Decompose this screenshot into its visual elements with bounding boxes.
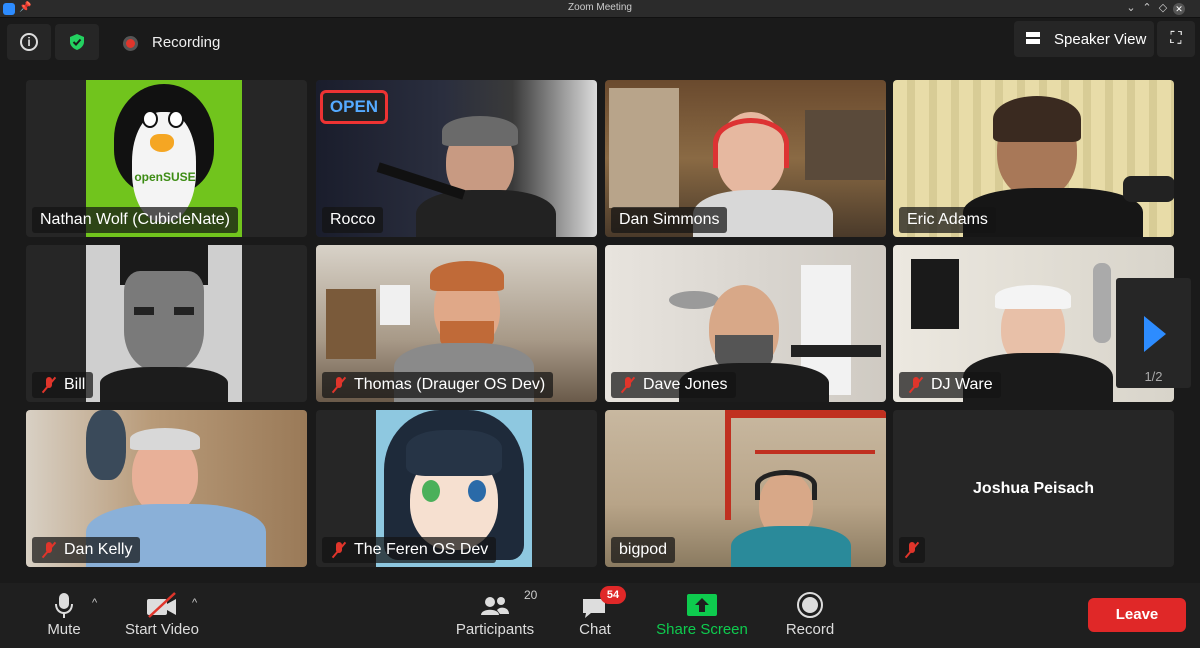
keep-above-icon[interactable]: ⌃ — [1140, 1, 1154, 14]
next-arrow-icon — [1144, 316, 1166, 352]
muted-mic-icon — [619, 376, 637, 394]
participant-name: Joshua Peisach — [973, 480, 1094, 497]
participant-tile[interactable]: Thomas (Drauger OS Dev) — [316, 245, 597, 402]
participant-name-tag: Eric Adams — [899, 207, 996, 233]
participant-tile[interactable]: Dan Simmons — [605, 80, 886, 237]
participant-name: bigpod — [619, 541, 668, 558]
record-button[interactable]: Record — [782, 591, 838, 638]
participant-name: Eric Adams — [907, 211, 988, 228]
participant-name: Dan Kelly — [64, 541, 133, 558]
participant-name: Bill — [64, 376, 86, 393]
share-screen-button[interactable]: Share Screen — [652, 591, 752, 638]
window-titlebar: 📌 Zoom Meeting ⌄ ⌃ ◇ ✕ — [0, 0, 1200, 18]
maximize-icon[interactable]: ◇ — [1156, 1, 1170, 14]
participant-tile[interactable]: Bill — [26, 245, 307, 402]
participant-tile[interactable]: The Feren OS Dev — [316, 410, 597, 567]
participant-tile[interactable]: bigpod — [605, 410, 886, 567]
participant-name-tag: Nathan Wolf (CubicleNate) — [32, 207, 239, 233]
muted-mic-icon — [907, 376, 925, 394]
participant-name: Rocco — [330, 211, 376, 228]
opensuse-logo-text: openSUSE — [134, 170, 196, 184]
participant-tile[interactable]: Eric Adams — [893, 80, 1174, 237]
participant-name-tag: Dave Jones — [611, 372, 736, 398]
record-label: Record — [785, 621, 835, 638]
participant-name-tag: DJ Ware — [899, 372, 1001, 398]
participant-tile[interactable]: Joshua Peisach — [893, 410, 1174, 567]
microphone-icon — [55, 593, 73, 618]
participant-name-tag: bigpod — [611, 537, 676, 563]
participant-name: DJ Ware — [931, 376, 993, 393]
fullscreen-button[interactable]: ⛶ — [1157, 21, 1195, 57]
participant-tile[interactable]: Dave Jones — [605, 245, 886, 402]
participant-name: Dave Jones — [643, 376, 728, 393]
share-screen-label: Share Screen — [656, 621, 748, 638]
participant-name-tag: The Feren OS Dev — [322, 537, 497, 563]
participant-name: Dan Simmons — [619, 211, 720, 228]
meeting-topbar: i Recording Speaker View ⛶ — [0, 18, 1200, 68]
layout-icon — [1026, 32, 1040, 44]
participant-name-tag: Rocco — [322, 207, 384, 233]
next-page-button[interactable]: 1/2 — [1116, 278, 1191, 388]
fullscreen-icon: ⛶ — [1170, 30, 1182, 47]
participant-name: The Feren OS Dev — [354, 541, 489, 558]
mute-label: Mute — [47, 621, 81, 638]
participant-tile[interactable]: Dan Kelly — [26, 410, 307, 567]
meeting-toolbar: Mute ^ Start Video ^ Participants 20 Cha… — [0, 583, 1200, 648]
page-indicator: 1/2 — [1144, 369, 1163, 384]
recording-indicator-icon — [123, 36, 138, 51]
video-options-chevron-icon[interactable]: ^ — [192, 597, 197, 609]
audio-options-chevron-icon[interactable]: ^ — [92, 597, 97, 609]
participant-video — [86, 245, 242, 402]
participants-label: Participants — [455, 621, 535, 638]
participant-name: Nathan Wolf (CubicleNate) — [40, 211, 231, 228]
participant-name-tag: Thomas (Drauger OS Dev) — [322, 372, 554, 398]
speaker-view-button[interactable]: Speaker View — [1014, 21, 1154, 57]
participant-tile[interactable]: OPEN Rocco — [316, 80, 597, 237]
mute-button[interactable]: Mute — [40, 591, 88, 638]
share-screen-icon — [687, 594, 717, 616]
start-video-label: Start Video — [125, 621, 199, 638]
close-icon[interactable]: ✕ — [1173, 3, 1185, 15]
muted-mic-icon — [330, 376, 348, 394]
window-title: Zoom Meeting — [568, 2, 632, 13]
muted-mic-icon — [40, 376, 58, 394]
minimize-icon[interactable]: ⌄ — [1124, 1, 1138, 14]
participants-count: 20 — [524, 588, 538, 602]
meeting-info-button[interactable]: i — [7, 24, 51, 60]
participant-name-tag: Dan Kelly — [32, 537, 141, 563]
participant-name: Thomas (Drauger OS Dev) — [354, 376, 546, 393]
info-icon: i — [20, 33, 38, 51]
record-icon — [797, 592, 823, 618]
security-button[interactable] — [55, 24, 99, 60]
chat-label: Chat — [579, 621, 611, 638]
leave-button[interactable]: Leave — [1088, 598, 1186, 632]
open-sign: OPEN — [320, 90, 388, 124]
start-video-button[interactable]: Start Video — [122, 591, 202, 638]
video-off-icon — [147, 592, 176, 618]
muted-mic-icon — [40, 541, 58, 559]
participant-name-tag: Dan Simmons — [611, 207, 728, 233]
participant-name-tag — [899, 537, 925, 563]
muted-mic-icon — [330, 541, 348, 559]
participant-name-tag: Bill — [32, 372, 94, 398]
shield-icon — [70, 34, 84, 50]
speaker-view-label: Speaker View — [1054, 31, 1147, 48]
chat-unread-badge: 54 — [600, 586, 626, 604]
muted-mic-icon — [903, 541, 921, 559]
participants-icon — [481, 597, 509, 615]
participant-tile[interactable]: openSUSE Nathan Wolf (CubicleNate) — [26, 80, 307, 237]
recording-label: Recording — [152, 34, 221, 51]
